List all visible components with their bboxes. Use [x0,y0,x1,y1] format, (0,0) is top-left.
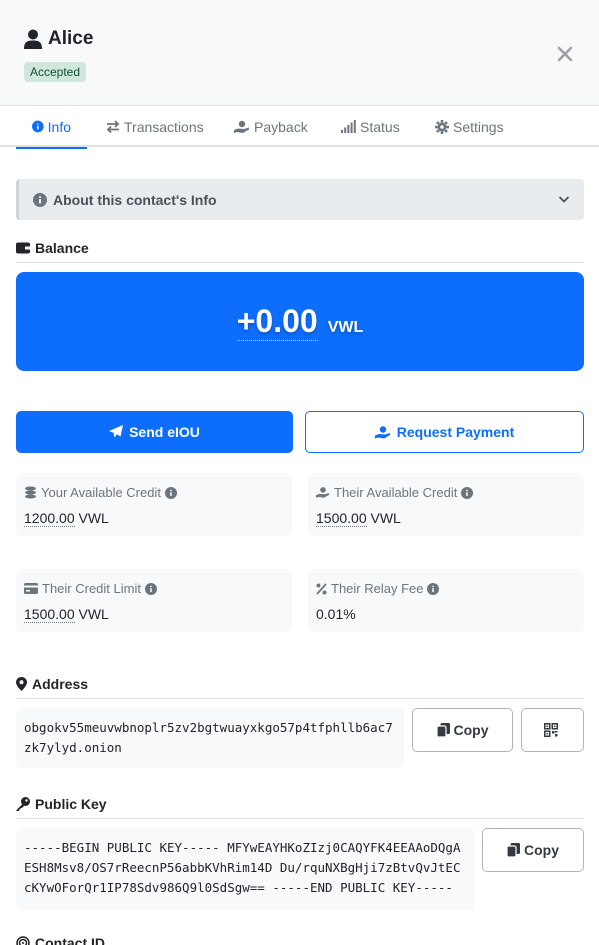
about-contact-toggle[interactable]: About this contact's Info [16,179,584,220]
stat-number: 1200.00 [24,510,75,527]
public-key-section-title: Public Key [16,796,584,819]
stat-number: 1500.00 [316,510,367,527]
their-credit-limit-card: Their Credit Limit 1500.00 VWL [16,569,292,632]
info-circle-icon[interactable] [164,486,177,499]
their-available-credit-label: Their Available Credit [334,485,458,500]
info-circle-icon [33,192,47,207]
send-eiou-button[interactable]: Send eIOU [16,411,293,453]
their-relay-fee-card: Their Relay Fee 0.01% [308,569,584,632]
chevron-down-icon [558,196,570,203]
qr-code-icon [543,723,558,737]
info-circle-icon[interactable] [144,582,157,595]
stat-label: Their Available Credit [316,485,474,500]
send-eiou-label: Send eIOU [129,424,200,440]
status-badge: Accepted [24,62,87,82]
about-label: About this contact's Info [53,191,217,208]
balance-amount: +0.00 [236,303,318,341]
contact-name-text: Alice [48,28,94,49]
request-payment-label: Request Payment [396,424,515,440]
fingerprint-icon [16,936,30,945]
tab-status[interactable]: Status [341,106,400,147]
contact-id-section-title: Contact ID [16,935,584,945]
percent-icon [316,582,327,595]
copy-public-key-label: Copy [524,842,559,858]
public-key-value: -----BEGIN PUBLIC KEY----- MFYwEAYHKoZIz… [16,828,474,910]
public-key-title: Public Key [35,796,107,812]
info-circle-icon[interactable] [461,486,474,499]
their-credit-limit-label: Their Credit Limit [42,581,141,596]
hand-holding-dollar-icon [374,425,390,438]
stat-label: Your Available Credit [24,485,177,500]
info-circle-icon [32,120,44,133]
qr-code-button[interactable] [521,708,584,752]
your-available-credit-label: Your Available Credit [41,485,161,500]
map-marker-icon [16,677,27,691]
your-available-credit-card: Your Available Credit 1200.00 VWL [16,473,292,536]
tab-transactions-label: Transactions [124,118,204,135]
credit-card-icon [24,583,38,594]
your-available-credit-value: 1200.00 VWL [24,510,109,527]
hand-holding-dollar-icon [316,487,330,498]
paper-plane-icon [109,425,124,438]
gear-icon [435,119,449,134]
address-value: obgokv55meuvwbnoplr5zv2bgtwuayxkgo57p4tf… [16,708,404,768]
copy-public-key-button[interactable]: Copy [482,828,584,872]
their-relay-fee-value: 0.01% [316,606,356,622]
tab-settings-label: Settings [453,118,504,135]
info-circle-icon[interactable] [427,582,440,595]
address-section-title: Address [16,676,584,699]
tab-info[interactable]: Info [16,106,87,149]
copy-address-label: Copy [453,722,489,738]
tab-settings[interactable]: Settings [435,106,504,147]
signal-bars-icon [341,120,356,133]
contact-name: Alice [24,28,93,50]
tab-payback-label: Payback [254,118,308,135]
stat-label: Their Credit Limit [24,581,157,596]
stat-label: Their Relay Fee [316,581,440,596]
their-available-credit-value: 1500.00 VWL [316,510,401,527]
copy-icon [436,723,450,737]
balance-title: Balance [35,240,89,256]
tab-transactions[interactable]: Transactions [106,106,204,147]
contact-id-title: Contact ID [35,935,105,945]
hand-holding-dollar-icon [234,120,249,133]
copy-address-button[interactable]: Copy [412,708,513,752]
stat-number: 0.01% [316,606,356,622]
tab-bar: Info Transactions Payback Status Setting… [0,106,599,149]
tab-info-label: Info [47,118,71,135]
key-icon [16,797,30,811]
stat-unit: VWL [78,606,109,622]
coins-icon [25,486,36,499]
their-credit-limit-value: 1500.00 VWL [24,606,109,623]
copy-icon [507,843,520,857]
stat-unit: VWL [370,510,401,526]
request-payment-button[interactable]: Request Payment [305,411,584,453]
stat-number: 1500.00 [24,606,75,623]
stat-unit: VWL [78,510,109,526]
balance-unit: VWL [327,318,364,336]
tab-status-label: Status [360,118,400,135]
balance-card: +0.00 VWL [16,272,584,371]
close-icon [557,46,573,62]
their-relay-fee-label: Their Relay Fee [331,581,424,596]
modal-header: Alice Accepted [0,0,599,106]
close-button[interactable] [555,44,575,64]
exchange-arrows-icon [106,120,120,133]
their-available-credit-card: Their Available Credit 1500.00 VWL [308,473,584,536]
tab-payback[interactable]: Payback [234,106,308,147]
balance-section-title: Balance [16,240,584,263]
wallet-icon [16,242,30,254]
address-title: Address [32,676,89,692]
user-icon [24,29,42,49]
